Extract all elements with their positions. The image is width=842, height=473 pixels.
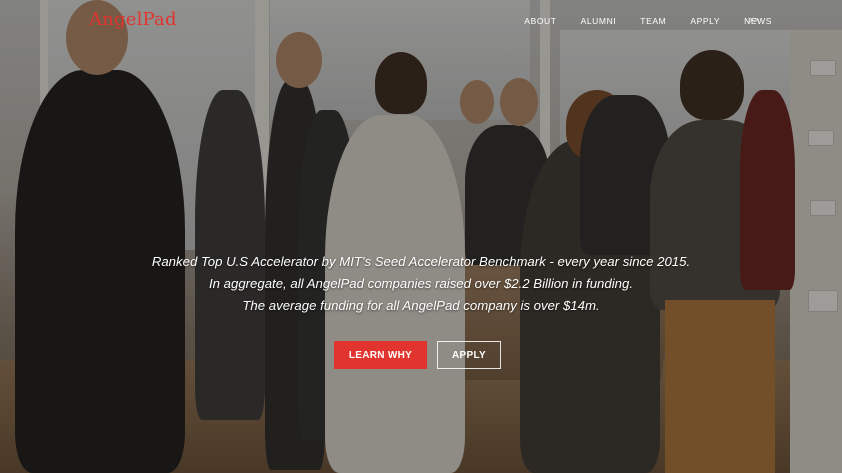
nav-about[interactable]: ABOUT — [524, 16, 556, 26]
hero-headline: Ranked Top U.S Accelerator by MIT's Seed… — [0, 251, 842, 317]
hero-section — [0, 0, 842, 473]
hero-line: The average funding for all AngelPad com… — [242, 298, 600, 313]
hero-line: In aggregate, all AngelPad companies rai… — [209, 276, 633, 291]
nav-alumni[interactable]: ALUMNI — [581, 16, 617, 26]
hero-line: Ranked Top U.S Accelerator by MIT's Seed… — [151, 254, 691, 269]
nav-team[interactable]: TEAM — [640, 16, 666, 26]
nav-apply[interactable]: APPLY — [690, 16, 720, 26]
main-nav: ABOUT ALUMNI TEAM APPLY NEWS — [500, 16, 772, 26]
nav-more-icon[interactable]: >> — [748, 15, 759, 25]
apply-button[interactable]: APPLY — [437, 341, 501, 369]
learn-why-button[interactable]: LEARN WHY — [334, 341, 427, 369]
angelpad-logo[interactable]: AngelPad — [89, 9, 177, 30]
dark-overlay — [0, 0, 842, 473]
